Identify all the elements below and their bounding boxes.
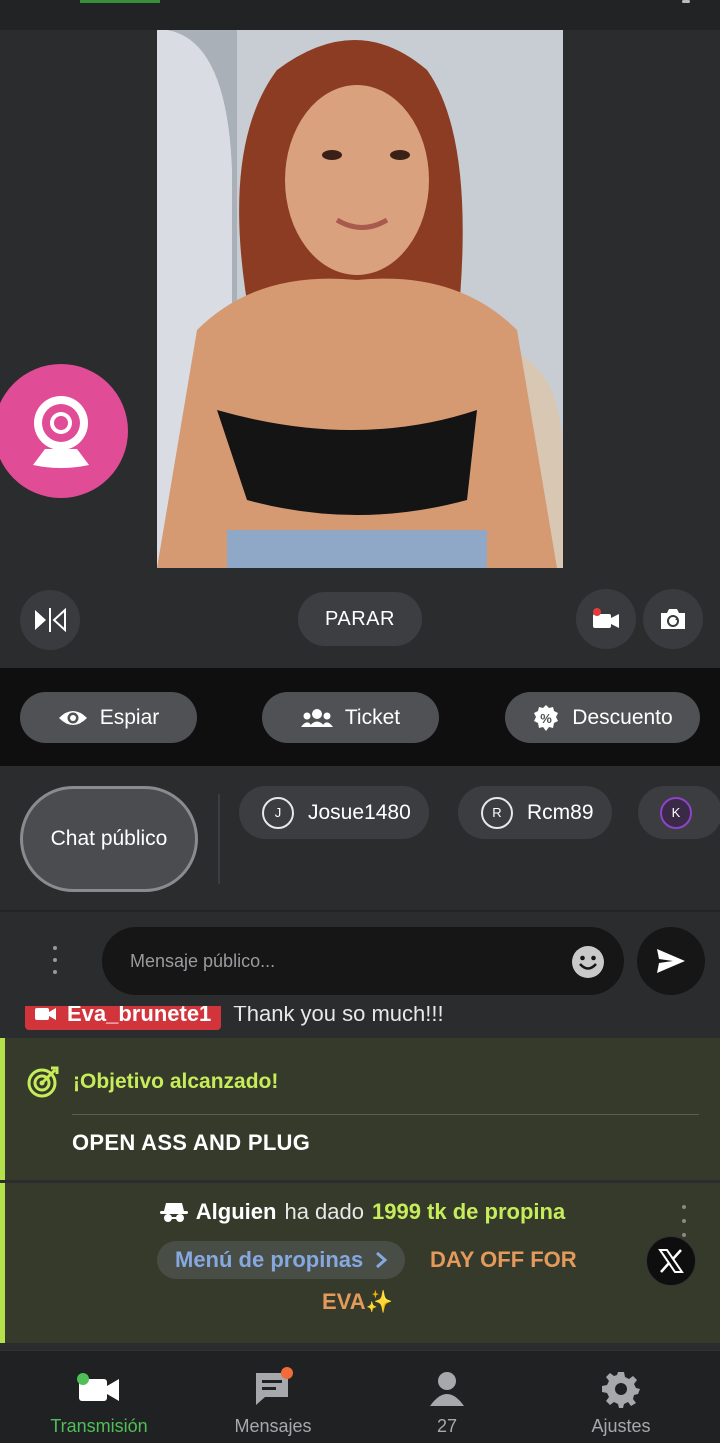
- user-chip-rcm89[interactable]: R Rcm89: [458, 786, 612, 839]
- target-icon: [27, 1066, 59, 1098]
- tab-label: Ajustes: [591, 1416, 651, 1436]
- goal-header: ¡Objetivo alcanzado!: [27, 1066, 278, 1098]
- ticket-button[interactable]: Ticket: [262, 692, 439, 743]
- video-record-icon: [593, 608, 619, 628]
- video-camera-icon: [35, 1008, 56, 1020]
- tab-label: Transmisión: [50, 1416, 148, 1436]
- bottom-tab-bar: Transmisión Mensajes 27 Ajustes: [0, 1350, 720, 1443]
- tip-menu-label: Menú de propinas: [175, 1247, 364, 1272]
- status-strip: [0, 0, 720, 30]
- tip-card: Alguien ha dado 1999 tk de propina Menú …: [0, 1183, 720, 1343]
- camera-preview[interactable]: [157, 30, 563, 568]
- user-name: Josue1480: [308, 800, 411, 824]
- camera-switch-icon: [661, 609, 685, 629]
- tab-transmision[interactable]: Transmisión: [24, 1351, 174, 1443]
- tab-divider: [218, 794, 220, 884]
- user-name: Rcm89: [527, 800, 594, 824]
- tipper-name: Alguien: [195, 1199, 277, 1224]
- user-chip-k[interactable]: K: [638, 786, 720, 839]
- svg-text:%: %: [541, 711, 553, 726]
- tab-mensajes[interactable]: Mensajes: [198, 1351, 348, 1443]
- avatar: K: [660, 796, 692, 829]
- goal-divider: [72, 1114, 699, 1115]
- webcam-badge-icon[interactable]: [0, 364, 128, 498]
- chat-message: Eva_brunete1 Thank you so much!!!: [25, 1006, 444, 1030]
- message-user: Eva_brunete1: [67, 1006, 212, 1026]
- tab-label: Mensajes: [234, 1416, 312, 1436]
- messages-icon: [253, 1367, 293, 1409]
- gear-icon: [602, 1369, 640, 1409]
- spy-button[interactable]: Espiar: [20, 692, 197, 743]
- goal-reached-card: ¡Objetivo alcanzado! OPEN ASS AND PLUG: [0, 1038, 720, 1180]
- chevron-right-icon: [376, 1251, 388, 1269]
- tip-summary: Alguien ha dado 1999 tk de propina: [5, 1199, 720, 1225]
- stream-controls: PARAR: [0, 570, 720, 668]
- action-bar: Espiar Ticket % Descuento: [0, 668, 720, 766]
- viewer-count: 27: [436, 1416, 458, 1436]
- tab-viewers[interactable]: 27: [372, 1351, 522, 1443]
- tab-public-chat[interactable]: Chat público: [20, 786, 198, 892]
- incognito-icon: [159, 1203, 188, 1222]
- video-area: [0, 30, 720, 570]
- tab-ajustes[interactable]: Ajustes: [546, 1351, 696, 1443]
- send-icon: [657, 949, 685, 973]
- mirror-button[interactable]: [20, 590, 80, 650]
- message-composer: [0, 912, 720, 1006]
- eye-icon: [58, 710, 87, 725]
- tip-verb: ha dado: [284, 1199, 364, 1224]
- chat-tabs: Chat público J Josue1480 R Rcm89 K: [0, 766, 720, 912]
- person-icon: [428, 1369, 466, 1409]
- stop-stream-button[interactable]: PARAR: [298, 592, 422, 646]
- avatar: J: [262, 796, 294, 829]
- discount-button[interactable]: % Descuento: [505, 692, 700, 743]
- tip-item-line2: EVA✨: [322, 1289, 393, 1314]
- tip-amount: 1999 tk de propina: [372, 1199, 566, 1224]
- tip-more-icon[interactable]: [679, 1205, 689, 1237]
- avatar: R: [481, 796, 513, 829]
- emoji-icon[interactable]: [571, 945, 605, 979]
- public-message-input[interactable]: [102, 927, 624, 995]
- switch-camera-button[interactable]: [643, 589, 703, 649]
- discount-icon: %: [534, 704, 559, 731]
- status-mark: [80, 0, 160, 3]
- mirror-icon: [35, 607, 66, 633]
- spy-label: Espiar: [99, 705, 160, 729]
- send-button[interactable]: [637, 927, 705, 995]
- ticket-label: Ticket: [344, 705, 401, 729]
- status-corner-mark: [682, 0, 690, 3]
- goal-title: ¡Objetivo alcanzado!: [73, 1070, 279, 1093]
- x-logo-icon: [658, 1249, 684, 1273]
- chat-feed: Eva_brunete1 Thank you so much!!! ¡Objet…: [0, 1006, 720, 1350]
- user-badge[interactable]: Eva_brunete1: [25, 1006, 222, 1030]
- users-icon: [300, 708, 333, 727]
- tip-item-line1: DAY OFF FOR: [430, 1247, 577, 1272]
- discount-label: Descuento: [572, 705, 673, 729]
- message-text: Thank you so much!!!: [233, 1006, 444, 1026]
- more-options-icon[interactable]: [44, 946, 66, 974]
- video-camera-icon: [77, 1369, 121, 1409]
- record-button[interactable]: [576, 589, 636, 649]
- tip-menu-link[interactable]: Menú de propinas: [157, 1241, 406, 1279]
- user-chip-josue1480[interactable]: J Josue1480: [239, 786, 429, 839]
- x-share-button[interactable]: [646, 1236, 696, 1286]
- goal-text: OPEN ASS AND PLUG: [72, 1130, 311, 1155]
